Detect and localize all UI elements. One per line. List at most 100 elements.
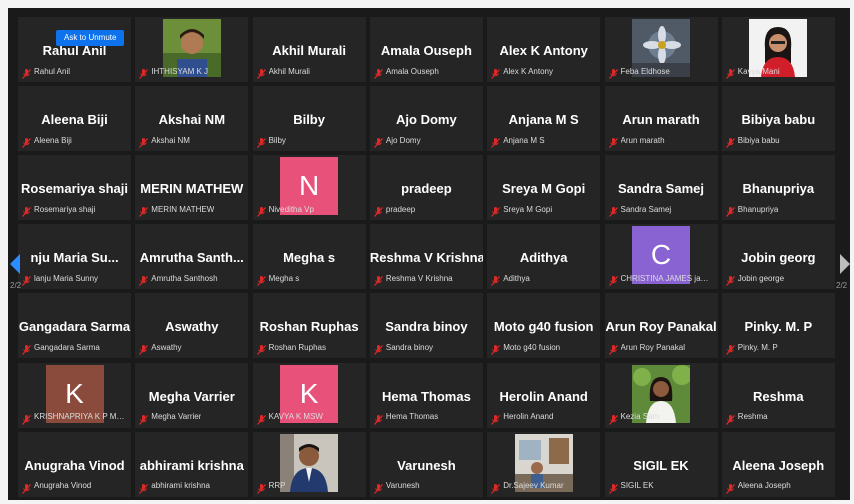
muted-mic-icon [608, 66, 618, 79]
participant-name-label: Reshma [737, 412, 768, 421]
participant-tile[interactable]: Reshma Reshma [721, 362, 835, 428]
participant-tile[interactable]: RRP [252, 431, 366, 497]
participant-display-name: Sandra binoy [385, 319, 468, 335]
participant-name-label: lanju Maria Sunny [34, 273, 99, 283]
participant-tile[interactable]: Bibiya babu Bibiya babu [721, 86, 835, 152]
muted-mic-icon [491, 342, 501, 356]
muted-mic-icon [491, 204, 501, 218]
participant-tile[interactable]: Rahul AnilAsk to Unmute···Rahul Anil [18, 17, 131, 82]
participant-tile[interactable]: Kezia Sam [604, 362, 718, 428]
participant-name-label: Akshai NM [151, 135, 190, 145]
participant-tile[interactable]: nju Maria Su... lanju Maria Sunny [18, 224, 131, 290]
participant-display-name: Akshai NM [158, 112, 226, 128]
participant-footer: CHRISTINA JAMES jam... [608, 271, 714, 287]
participant-display-name: Amrutha Santh... [139, 250, 244, 266]
next-page-arrow-icon[interactable] [840, 254, 850, 274]
participant-tile[interactable]: Bhanupriya Bhanupriya [721, 155, 835, 221]
participant-name-label: Jobin george [737, 273, 785, 283]
participant-footer: Arun marath [608, 133, 714, 148]
participant-footer: Varunesh [373, 479, 479, 494]
participant-name-label: Rosemariya shaji [34, 204, 96, 214]
participant-tile[interactable]: MERIN MATHEW MERIN MATHEW [135, 155, 249, 221]
participant-tile[interactable]: Arun marath Arun marath [604, 86, 718, 152]
participant-tile[interactable]: Bilby Bilby [252, 86, 366, 152]
ask-to-unmute-button[interactable]: Ask to Unmute [56, 30, 125, 46]
participant-tile[interactable]: pradeep pradeep [369, 155, 483, 221]
participant-tile[interactable]: Hema Thomas Hema Thomas [369, 362, 483, 428]
participant-tile[interactable]: Jobin georg Jobin george [721, 224, 835, 290]
participant-tile[interactable]: Anugraha Vinod Anugraha Vinod [18, 431, 131, 497]
participant-tile[interactable]: Feba Eldhose [604, 17, 718, 82]
participant-tile[interactable]: Adithya Adithya [487, 224, 601, 290]
participant-tile[interactable]: Sandra Samej Sandra Samej [604, 155, 718, 221]
participant-tile[interactable]: K KAVYA K MSW [252, 362, 366, 428]
participant-footer: Niveditha Vp [256, 202, 362, 218]
participant-tile[interactable]: Gangadara Sarma Gangadara Sarma [18, 293, 131, 359]
participant-tile[interactable]: Aleena Joseph Aleena Joseph [721, 431, 835, 497]
participant-footer: Herolin Anand [491, 410, 596, 425]
participant-tile[interactable]: N Niveditha Vp [252, 155, 366, 221]
participant-tile[interactable]: Amala Ouseph Amala Ouseph [369, 17, 483, 82]
participant-tile[interactable]: SIGIL EK SIGIL EK [604, 431, 718, 497]
participant-footer: Bibiya babu [725, 133, 831, 148]
participant-display-name: Roshan Ruphas [259, 319, 359, 335]
participant-name-label: Rahul Anil [34, 66, 71, 76]
participant-tile[interactable]: Amrutha Santh... Amrutha Santhosh [135, 224, 249, 290]
participant-name-label: KAVYA K MSW [268, 412, 323, 421]
participant-name-label: Roshan Ruphas [268, 342, 326, 352]
participant-tile[interactable]: Herolin Anand Herolin Anand [487, 362, 601, 428]
video-grid-stage: Rahul AnilAsk to Unmute···Rahul AnilIHTH… [8, 8, 850, 500]
muted-mic-icon [256, 412, 266, 425]
participant-tile[interactable]: Aswathy Aswathy [135, 293, 249, 359]
muted-mic-icon [725, 412, 735, 425]
participant-tile[interactable]: IHTHISYAM K J [135, 17, 249, 82]
participant-grid: Rahul AnilAsk to Unmute···Rahul AnilIHTH… [18, 17, 838, 500]
participant-name-label: MERIN MATHEW [151, 204, 215, 214]
participant-tile[interactable]: Sandra binoy Sandra binoy [369, 293, 483, 359]
participant-tile[interactable]: Arun Roy Panakal Arun Roy Panakal [604, 293, 718, 359]
participant-tile[interactable]: Alex K Antony Alex K Antony [487, 17, 601, 82]
muted-mic-icon [373, 481, 383, 494]
participant-tile[interactable]: Sreya M Gopi Sreya M Gopi [487, 155, 601, 221]
participant-tile[interactable]: Moto g40 fusion Moto g40 fusion [487, 293, 601, 359]
muted-mic-icon [491, 412, 501, 425]
participant-display-name: Herolin Anand [499, 388, 588, 404]
participant-display-name: Bilby [293, 112, 325, 128]
participant-tile[interactable]: Reshma V Krishna Reshma V Krishna [369, 224, 483, 290]
participant-tile[interactable]: C CHRISTINA JAMES jam... [604, 224, 718, 290]
participant-tile[interactable]: Varunesh Varunesh [369, 431, 483, 497]
participant-footer: Adithya [491, 271, 596, 287]
muted-mic-icon [139, 273, 149, 287]
participant-footer: Rosemariya shaji [22, 202, 127, 218]
participant-tile[interactable]: Ajo Domy Ajo Domy [369, 86, 483, 152]
participant-tile[interactable]: Rosemariya shaji Rosemariya shaji [18, 155, 131, 221]
participant-tile[interactable]: K KRISHNAPRIYA K P MS... [18, 362, 131, 428]
participant-name-label: Moto g40 fusion [503, 342, 561, 352]
participant-tile[interactable]: Akhil Murali Akhil Murali [252, 17, 366, 82]
participant-tile[interactable]: Dr.Sajeev Kumar [487, 431, 601, 497]
participant-display-name: Anugraha Vinod [24, 457, 125, 473]
participant-tile[interactable]: Anjana M S Anjana M S [487, 86, 601, 152]
muted-mic-icon [725, 273, 735, 287]
participant-name-label: Amala Ouseph [385, 66, 439, 76]
participant-name-label: CHRISTINA JAMES jam... [620, 273, 714, 283]
participant-footer: Hema Thomas [373, 410, 479, 425]
muted-mic-icon [491, 273, 501, 287]
participant-tile[interactable]: Megha s Megha s [252, 224, 366, 290]
muted-mic-icon [608, 135, 618, 148]
participant-tile[interactable]: Megha Varrier Megha Varrier [135, 362, 249, 428]
participant-footer: Ajo Domy [373, 133, 479, 148]
participant-tile[interactable]: Kavya Mani [721, 17, 835, 82]
participant-tile[interactable]: Roshan Ruphas Roshan Ruphas [252, 293, 366, 359]
participant-display-name: SIGIL EK [633, 457, 689, 473]
participant-display-name: nju Maria Su... [30, 250, 119, 266]
participant-display-name: Adithya [519, 250, 568, 266]
participant-tile[interactable]: Aleena Biji Aleena Biji [18, 86, 131, 152]
participant-footer: Dr.Sajeev Kumar [491, 479, 596, 494]
participant-tile[interactable]: Akshai NM Akshai NM [135, 86, 249, 152]
previous-page-arrow-icon[interactable] [10, 254, 20, 274]
participant-display-name: Ajo Domy [396, 112, 457, 128]
participant-tile[interactable]: abhirami krishna abhirami krishna [135, 431, 249, 497]
participant-name-label: Bibiya babu [737, 135, 780, 145]
participant-tile[interactable]: Pinky. M. P Pinky. M. P [721, 293, 835, 359]
